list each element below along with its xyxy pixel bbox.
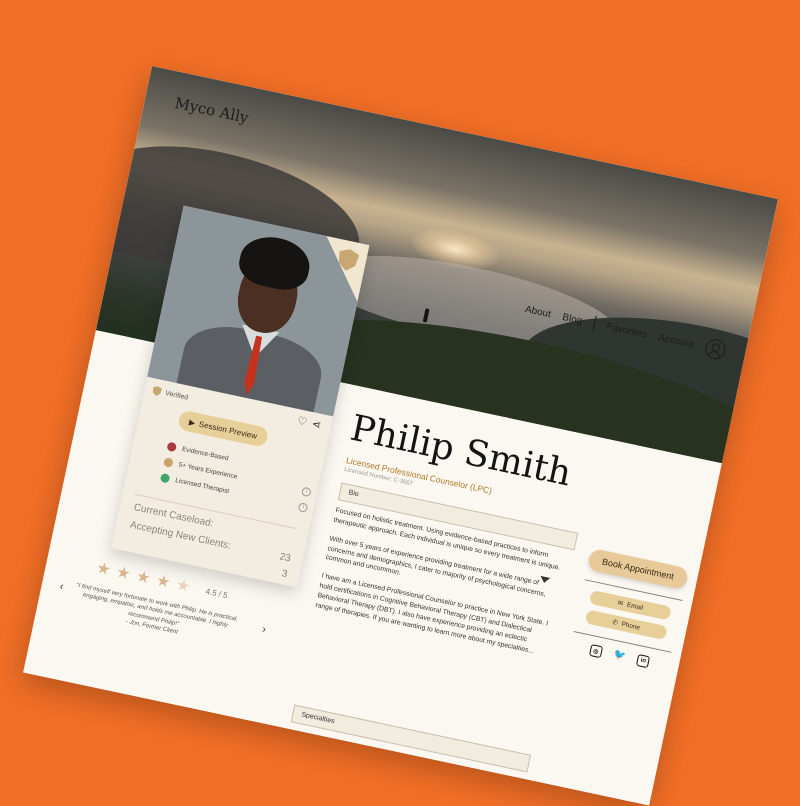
instagram-icon[interactable]: ◎ <box>588 643 603 659</box>
verified-label: Verified <box>164 389 189 402</box>
info-icon[interactable]: i <box>301 486 312 497</box>
verified-badge: Verified <box>152 385 190 402</box>
nav-about[interactable]: About <box>524 304 552 320</box>
play-icon: ▶ <box>188 417 197 428</box>
chevron-left-icon[interactable]: ‹ <box>59 580 65 593</box>
medal-icon <box>166 441 178 452</box>
info-icon[interactable]: i <box>297 501 309 513</box>
contact-panel: Book Appointment ✉ Email ✆ Phone ◎ 🐦 in <box>569 547 690 673</box>
nav-blog[interactable]: Blog <box>561 311 583 326</box>
star-icon: ★ <box>94 559 113 580</box>
share-icon[interactable]: ⋖ <box>311 417 323 432</box>
star-icon: ★ <box>114 563 133 584</box>
phone-icon: ✆ <box>611 618 619 627</box>
specialties-label: Specialties <box>300 711 336 726</box>
verified-shield-icon <box>152 385 163 397</box>
card-actions: ♡ ⋖ <box>296 414 322 432</box>
email-label: Email <box>626 601 644 612</box>
social-links: ◎ 🐦 in <box>569 640 669 673</box>
phone-label: Phone <box>620 620 641 632</box>
caseload-value: 23 <box>278 551 292 565</box>
account-icon[interactable] <box>703 337 728 362</box>
mail-icon: ✉ <box>616 599 624 608</box>
heart-icon[interactable]: ♡ <box>296 414 308 429</box>
chevron-right-icon[interactable]: › <box>261 623 267 636</box>
profile-page: Myco Ally About Blog Favorites Account V… <box>23 66 779 806</box>
bio-label: Bio <box>347 489 360 499</box>
linkedin-icon[interactable]: in <box>636 654 651 669</box>
half-star-icon: ★ <box>174 576 192 597</box>
therapist-photo <box>147 205 370 417</box>
nav-divider <box>592 315 597 332</box>
twitter-icon[interactable]: 🐦 <box>612 649 626 663</box>
star-icon: ★ <box>154 572 172 592</box>
medal-icon <box>163 456 174 468</box>
specialties-toggle[interactable]: Specialties <box>290 704 532 773</box>
medal-icon <box>159 472 171 484</box>
nav-account[interactable]: Account <box>657 332 695 350</box>
rating-text: 4.5 / 5 <box>204 586 229 600</box>
nav-favorites[interactable]: Favorites <box>605 321 648 340</box>
accepting-value: 3 <box>280 568 289 581</box>
session-preview-label: Session Preview <box>198 419 258 441</box>
star-icon: ★ <box>134 568 153 588</box>
